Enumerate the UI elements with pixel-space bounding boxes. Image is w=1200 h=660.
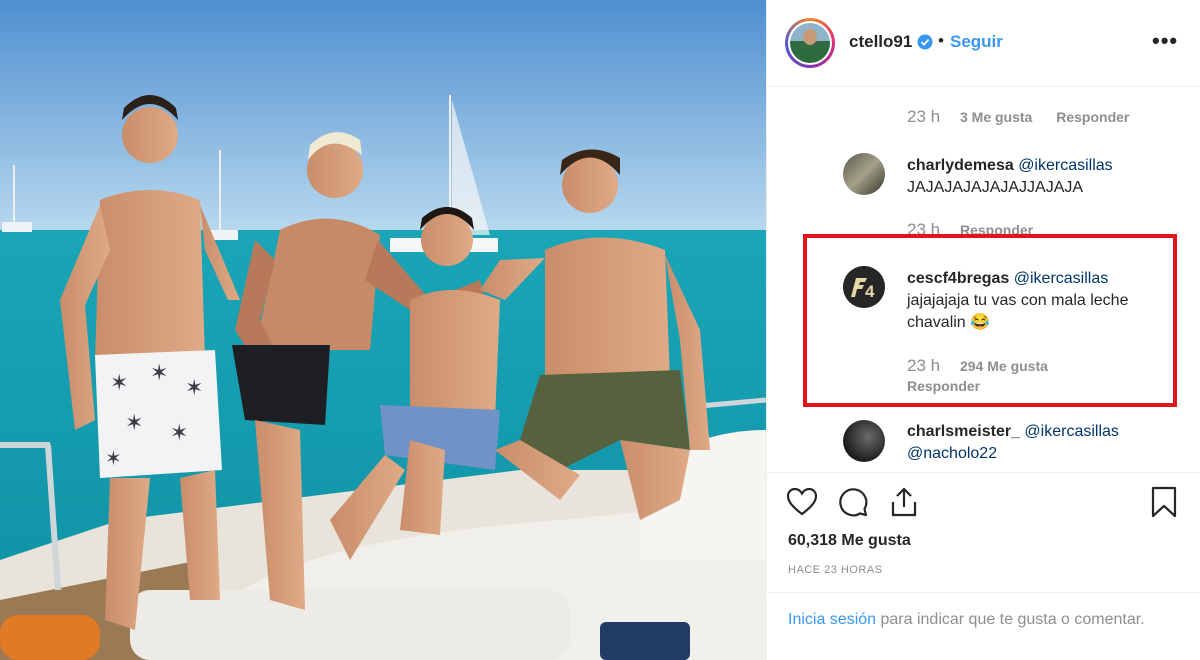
svg-text:✶: ✶ (185, 375, 203, 400)
post-timestamp: HACE 23 HORAS (788, 564, 883, 576)
login-suffix: para indicar que te gusta o comentar. (876, 611, 1145, 628)
svg-text:✶: ✶ (170, 420, 188, 445)
comment-time[interactable]: 23 h (907, 107, 940, 126)
comment-username[interactable]: charlydemesa (907, 157, 1014, 174)
comment-meta: 23 h 3 Me gusta Responder (907, 107, 1129, 127)
svg-text:✶: ✶ (150, 360, 168, 385)
boat-group-photo: ✶ ✶ ✶✶ ✶✶ (0, 0, 766, 660)
post-photo: ✶ ✶ ✶ ✶ ✶ ✶ (0, 0, 766, 660)
commenter-avatar[interactable] (843, 420, 885, 462)
comment-username[interactable]: charlsmeister_ (907, 423, 1020, 440)
heart-icon[interactable] (785, 485, 819, 519)
svg-text:✶: ✶ (105, 448, 122, 470)
comment-mention[interactable]: @nacholo22 (907, 445, 997, 462)
follow-button[interactable]: Seguir (950, 32, 1003, 52)
bookmark-icon[interactable] (1147, 485, 1181, 519)
commenter-avatar[interactable] (843, 153, 885, 195)
comment-likes[interactable]: 3 Me gusta (960, 109, 1032, 125)
separator-dot: • (938, 31, 944, 50)
post-actions: 60,318 Me gusta HACE 23 HORAS Inicia ses… (767, 472, 1200, 660)
author-username[interactable]: ctello91 (849, 32, 912, 52)
login-link[interactable]: Inicia sesión (788, 611, 876, 628)
login-prompt-text: Inicia sesión para indicar que te gusta … (788, 608, 1178, 631)
author-avatar[interactable] (785, 18, 835, 68)
reply-button[interactable]: Responder (1056, 109, 1129, 125)
highlight-box (803, 234, 1177, 407)
comment-text: JAJAJAJAJAJAJJAJAJA (907, 179, 1084, 196)
comment-body: charlydemesa @ikercasillas JAJAJAJAJAJAJ… (907, 155, 1177, 199)
comment-mention[interactable]: @ikercasillas (1024, 423, 1118, 440)
login-prompt: Inicia sesión para indicar que te gusta … (767, 592, 1200, 660)
comment-mention[interactable]: @ikercasillas (1018, 157, 1112, 174)
share-icon[interactable] (887, 485, 921, 519)
svg-text:✶: ✶ (110, 370, 128, 395)
verified-badge-icon (917, 34, 933, 50)
svg-text:✶: ✶ (125, 410, 143, 435)
post-header: ctello91 • Seguir ••• (767, 0, 1200, 87)
comment-body: charlsmeister_ @ikercasillas @nacholo22 (907, 421, 1177, 465)
more-options-icon[interactable]: ••• (1152, 28, 1178, 54)
comment-icon[interactable] (836, 485, 870, 519)
likes-count[interactable]: 60,318 Me gusta (788, 532, 911, 550)
